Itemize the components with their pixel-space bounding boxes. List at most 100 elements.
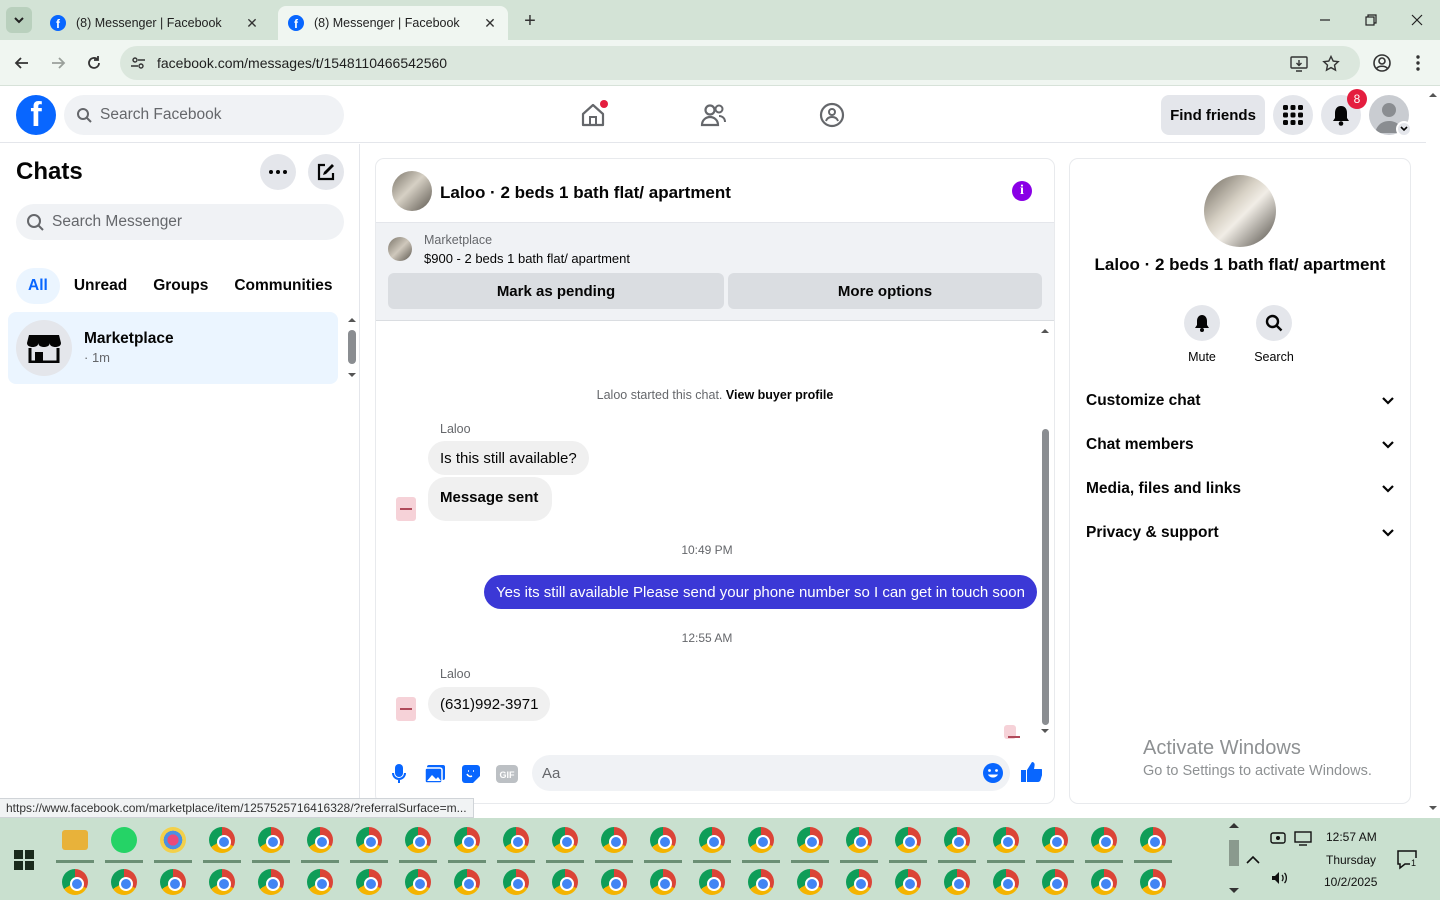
- chrome-icon[interactable]: [601, 869, 627, 895]
- notification-center-icon[interactable]: 1: [1397, 850, 1419, 875]
- chrome-icon[interactable]: [160, 869, 186, 895]
- search-in-conversation-button[interactable]: Search: [1244, 305, 1304, 364]
- customize-chat-section[interactable]: Customize chat: [1086, 379, 1394, 423]
- chrome-icon[interactable]: [62, 869, 88, 895]
- chrome-icon[interactable]: [846, 827, 872, 853]
- taskbar-scrollbar[interactable]: [1226, 818, 1242, 900]
- sender-avatar[interactable]: [396, 697, 416, 721]
- close-window-button[interactable]: [1402, 8, 1432, 32]
- conversation-avatar[interactable]: [392, 171, 432, 211]
- clock-time[interactable]: 12:57 AM: [1326, 830, 1377, 844]
- chrome-icon[interactable]: [356, 869, 382, 895]
- message-bubble-outgoing[interactable]: Yes its still available Please send your…: [484, 575, 1037, 609]
- chrome-icon[interactable]: [209, 827, 235, 853]
- thumbs-up-icon[interactable]: [1020, 761, 1042, 783]
- home-nav-button[interactable]: [576, 99, 610, 131]
- chrome-icon[interactable]: [1140, 827, 1166, 853]
- chrome-icon[interactable]: [1091, 869, 1117, 895]
- friends-nav-button[interactable]: [696, 99, 730, 131]
- chrome-icon[interactable]: [356, 827, 382, 853]
- scrollbar-thumb[interactable]: [1042, 429, 1049, 725]
- chrome-icon[interactable]: [258, 869, 284, 895]
- chrome-icon[interactable]: [993, 869, 1019, 895]
- chrome-icon[interactable]: [209, 869, 235, 895]
- clock-date[interactable]: 10/2/2025: [1324, 875, 1377, 889]
- chrome-icon[interactable]: [797, 827, 823, 853]
- address-bar[interactable]: facebook.com/messages/t/1548110466542560: [120, 46, 1360, 80]
- chrome-icon[interactable]: [748, 869, 774, 895]
- chrome-icon[interactable]: [552, 869, 578, 895]
- chrome-icon[interactable]: [258, 827, 284, 853]
- chrome-icon[interactable]: [503, 869, 529, 895]
- page-scrollbar[interactable]: [1426, 87, 1440, 817]
- privacy-support-section[interactable]: Privacy & support: [1086, 511, 1394, 555]
- photo-icon[interactable]: [424, 763, 446, 785]
- mute-button[interactable]: Mute: [1172, 305, 1232, 364]
- chrome-icon[interactable]: [650, 869, 676, 895]
- start-button[interactable]: [14, 850, 34, 870]
- filter-all[interactable]: All: [16, 268, 60, 304]
- menu-button[interactable]: [1273, 95, 1313, 135]
- conversation-title[interactable]: Laloo · 2 beds 1 bath flat/ apartment: [440, 183, 731, 203]
- conversation-scrollbar[interactable]: [1038, 325, 1052, 737]
- chrome-icon[interactable]: [454, 827, 480, 853]
- groups-nav-button[interactable]: [815, 99, 849, 131]
- show-hidden-icons[interactable]: [1246, 852, 1260, 870]
- details-avatar[interactable]: [1204, 175, 1276, 247]
- view-buyer-profile-link[interactable]: View buyer profile: [726, 388, 833, 402]
- minimize-button[interactable]: [1310, 8, 1340, 32]
- chrome-icon[interactable]: [307, 869, 333, 895]
- messenger-search-field[interactable]: [16, 204, 344, 240]
- media-files-links-section[interactable]: Media, files and links: [1086, 467, 1394, 511]
- chrome-icon[interactable]: [993, 827, 1019, 853]
- message-bubble-incoming[interactable]: Is this still available?: [428, 441, 589, 475]
- network-icon[interactable]: [1294, 830, 1312, 851]
- message-input-field[interactable]: [532, 755, 1010, 791]
- new-tab-button[interactable]: +: [518, 9, 542, 33]
- clock-day[interactable]: Thursday: [1326, 853, 1376, 867]
- chat-list-item[interactable]: Marketplace · 1m: [8, 312, 338, 384]
- chrome-icon[interactable]: [552, 827, 578, 853]
- more-options-button[interactable]: More options: [728, 273, 1042, 309]
- volume-icon[interactable]: [1270, 870, 1288, 891]
- chrome-icon[interactable]: [454, 869, 480, 895]
- chrome-icon[interactable]: [944, 869, 970, 895]
- messenger-search-input[interactable]: [52, 213, 322, 231]
- chats-options-button[interactable]: [260, 154, 296, 190]
- facebook-search-input[interactable]: [100, 106, 320, 124]
- gif-icon[interactable]: GIF: [496, 763, 518, 785]
- chat-list-scrollbar[interactable]: [346, 314, 358, 384]
- notifications-button[interactable]: 8: [1321, 89, 1367, 135]
- conversation-info-icon[interactable]: i: [1012, 181, 1032, 201]
- sticker-icon[interactable]: [460, 763, 482, 785]
- browser-tab-2[interactable]: f (8) Messenger | Facebook ✕: [278, 6, 508, 40]
- close-tab-icon[interactable]: ✕: [482, 15, 498, 32]
- message-input[interactable]: [542, 764, 962, 782]
- find-friends-button[interactable]: Find friends: [1161, 95, 1265, 135]
- chrome-icon[interactable]: [895, 827, 921, 853]
- emoji-icon[interactable]: [982, 762, 1004, 784]
- reload-button[interactable]: [82, 51, 106, 75]
- message-bubble-incoming[interactable]: Message sent: [428, 477, 553, 521]
- facebook-search-field[interactable]: [64, 95, 344, 135]
- chrome-icon[interactable]: [895, 869, 921, 895]
- whatsapp-icon[interactable]: [111, 827, 137, 853]
- filter-unread[interactable]: Unread: [62, 268, 139, 304]
- chrome-icon[interactable]: [944, 827, 970, 853]
- file-explorer-icon[interactable]: [62, 830, 88, 850]
- filter-groups[interactable]: Groups: [141, 268, 220, 304]
- chrome-icon[interactable]: [111, 869, 137, 895]
- paint-app-icon[interactable]: [160, 827, 186, 853]
- browser-menu-button[interactable]: [1406, 51, 1430, 75]
- chat-members-section[interactable]: Chat members: [1086, 423, 1394, 467]
- chrome-icon[interactable]: [1091, 827, 1117, 853]
- browser-tab-1[interactable]: f (8) Messenger | Facebook ✕: [40, 6, 270, 40]
- chrome-icon[interactable]: [699, 869, 725, 895]
- facebook-logo[interactable]: f: [16, 95, 56, 135]
- tab-search-dropdown[interactable]: [6, 7, 32, 33]
- chrome-icon[interactable]: [1140, 869, 1166, 895]
- filter-communities[interactable]: Communities: [222, 268, 344, 304]
- message-bubble-incoming[interactable]: (631)992-3971: [428, 687, 551, 721]
- restore-button[interactable]: [1356, 8, 1386, 32]
- new-message-button[interactable]: [308, 154, 344, 190]
